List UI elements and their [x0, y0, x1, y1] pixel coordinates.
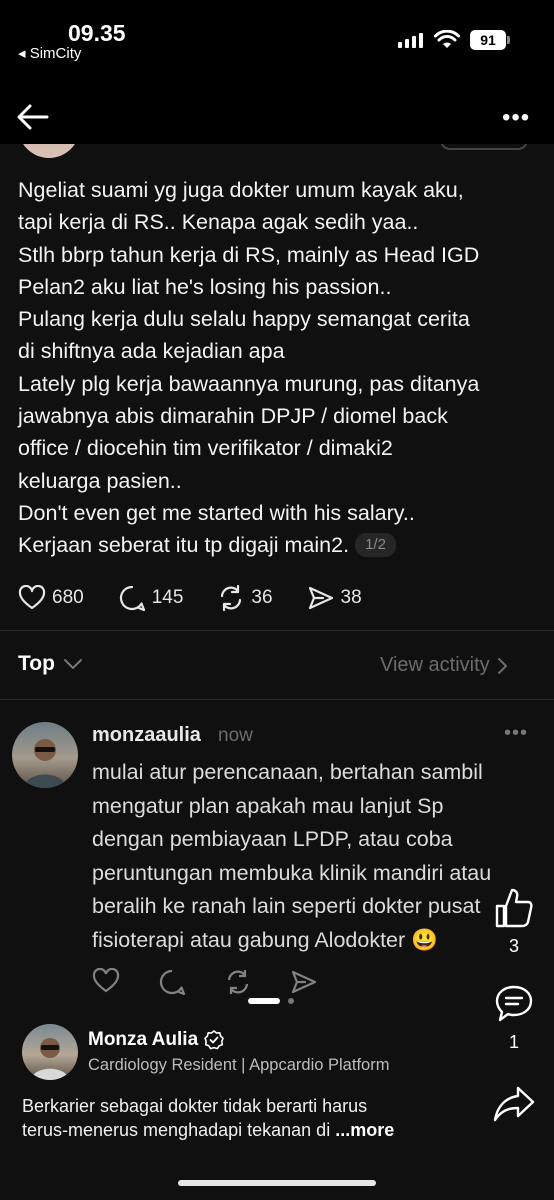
verified-badge-icon	[204, 1030, 224, 1050]
status-bar: 09.35 ◂ SimCity 91	[0, 0, 554, 90]
chevron-right-icon	[497, 657, 507, 674]
thread-feed: Ngeliat suami yg juga dokter umum kayak …	[0, 144, 554, 1200]
comment-icon[interactable]	[494, 984, 534, 1024]
wifi-icon	[434, 30, 460, 48]
like-count: 680	[52, 587, 84, 608]
view-activity-link[interactable]: View activity	[380, 654, 510, 677]
post-text: Ngeliat suami yg juga dokter umum kayak …	[18, 178, 480, 558]
repost-button[interactable]: 36	[217, 584, 273, 612]
carousel-pager	[248, 998, 294, 1004]
thumbs-up-icon[interactable]	[494, 886, 534, 930]
heart-icon	[18, 585, 46, 610]
repost-icon[interactable]	[224, 968, 252, 996]
back-to-app-link[interactable]: ◂ SimCity	[18, 44, 81, 62]
more-horizontal-icon[interactable]: •••	[502, 104, 530, 132]
person-photo-icon	[24, 739, 66, 788]
divider	[0, 699, 554, 700]
share-count: 38	[340, 587, 362, 608]
like-button[interactable]: 680	[18, 585, 84, 611]
person-photo-icon	[31, 1038, 69, 1080]
ad-author-name-label: Monza Aulia	[88, 1029, 199, 1050]
chevron-down-icon	[63, 659, 82, 669]
reply-more-icon[interactable]: •••	[504, 722, 528, 745]
sort-dropdown[interactable]: Top	[18, 652, 83, 676]
battery-tip	[507, 36, 510, 44]
ad-comment-count: 1	[508, 1032, 519, 1052]
send-icon[interactable]	[290, 968, 318, 996]
post-author-avatar[interactable]	[18, 144, 80, 158]
arrow-left-icon[interactable]	[16, 102, 50, 132]
ad-caption-text: Berkarier sebagai dokter tidak berarti h…	[22, 1096, 368, 1140]
nav-bar: •••	[0, 90, 554, 144]
battery-icon: 91	[470, 30, 506, 50]
repost-icon	[221, 584, 242, 612]
pager-active-dot	[248, 998, 280, 1004]
page-indicator-badge: 1/2	[355, 533, 396, 558]
divider	[0, 630, 554, 631]
ad-caption: Berkarier sebagai dokter tidak berarti h…	[22, 1094, 462, 1142]
cellular-signal-icon	[398, 32, 423, 48]
status-time: 09.35	[68, 20, 126, 46]
reply-actions	[92, 968, 318, 996]
reply-button[interactable]: 145	[118, 584, 184, 612]
post-actions: 680 145 36 38	[18, 584, 396, 612]
share-arrow-icon[interactable]	[492, 1084, 536, 1124]
heart-icon[interactable]	[92, 968, 120, 994]
reply-author-avatar[interactable]	[12, 722, 78, 788]
ad-author-name[interactable]: Monza Aulia	[88, 1029, 224, 1051]
pager-dot	[288, 998, 294, 1004]
reply-timestamp: now	[218, 725, 253, 746]
share-button[interactable]: 38	[307, 584, 362, 612]
see-more-link[interactable]: ...more	[335, 1120, 394, 1140]
sort-label: Top	[18, 652, 55, 675]
comment-icon[interactable]	[158, 968, 186, 996]
repost-count: 36	[251, 587, 273, 608]
follow-button[interactable]	[440, 144, 528, 150]
post-body: Ngeliat suami yg juga dokter umum kayak …	[18, 174, 538, 562]
reply-username[interactable]: monzaaulia	[92, 724, 201, 747]
ad-like-count: 3	[508, 936, 519, 956]
ad-author-title: Cardiology Resident | Appcardio Platform	[88, 1056, 390, 1074]
reply-count: 145	[151, 587, 184, 608]
send-icon	[308, 586, 333, 610]
ad-author-avatar[interactable]	[22, 1024, 78, 1080]
home-indicator[interactable]	[178, 1180, 376, 1186]
reply-text: mulai atur perencanaan, bertahan sambil …	[92, 760, 492, 952]
view-activity-label: View activity	[380, 654, 490, 676]
comment-icon	[119, 585, 145, 612]
